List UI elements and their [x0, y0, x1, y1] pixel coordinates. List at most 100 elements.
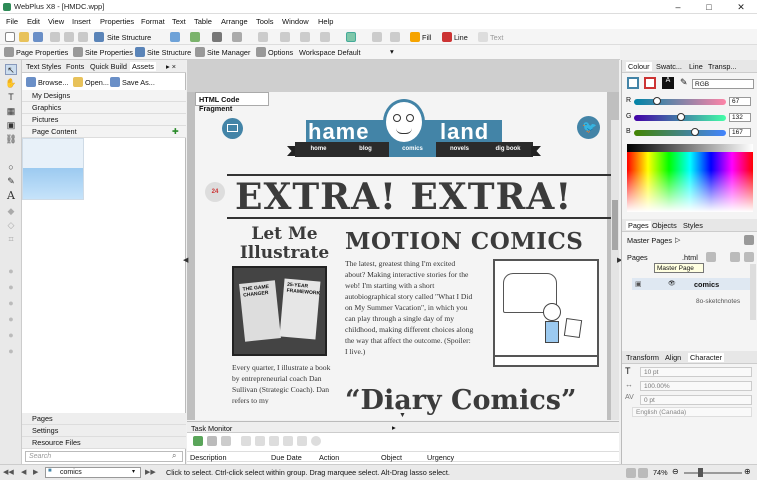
blue-value[interactable]: 167: [729, 128, 751, 137]
tree-item-comics[interactable]: comics: [694, 280, 719, 289]
fill-tool-icon[interactable]: ◆: [5, 206, 17, 217]
text-button[interactable]: Text: [490, 33, 503, 42]
media-tool-icon[interactable]: ●: [5, 314, 17, 325]
menu-help[interactable]: Help: [318, 17, 333, 26]
menu-window[interactable]: Window: [282, 17, 309, 26]
tab-assets[interactable]: Assets: [130, 62, 156, 71]
minimize-button[interactable]: –: [667, 1, 689, 13]
tab-line[interactable]: Line: [689, 62, 703, 71]
task-action-icon-3[interactable]: [269, 436, 279, 446]
menu-file[interactable]: File: [6, 17, 18, 26]
tab-objects[interactable]: Objects: [652, 221, 677, 230]
html-fragment-label[interactable]: HTML Code Fragment: [195, 92, 269, 113]
add-page-icon[interactable]: [744, 252, 754, 262]
menu-text[interactable]: Text: [172, 17, 186, 26]
social-tool-icon[interactable]: ●: [5, 346, 17, 357]
left-panel-collapse-icon[interactable]: ◀: [183, 256, 188, 264]
maximize-button[interactable]: □: [698, 1, 720, 13]
zoom-slider[interactable]: [684, 472, 742, 474]
red-value[interactable]: 67: [729, 97, 751, 106]
task-action-icon-5[interactable]: [297, 436, 307, 446]
delete-task-icon[interactable]: [221, 436, 231, 446]
task-action-icon-2[interactable]: [255, 436, 265, 446]
form-tool-icon[interactable]: ●: [5, 266, 17, 277]
tab-quick-build[interactable]: Quick Build: [90, 62, 127, 71]
tab-colour[interactable]: Colour: [626, 62, 652, 71]
copy-icon[interactable]: [64, 32, 74, 42]
search-input[interactable]: Search: [25, 451, 183, 462]
menu-insert[interactable]: Insert: [72, 17, 91, 26]
master-pages-label[interactable]: Master Pages: [627, 236, 672, 245]
chevron-down-icon[interactable]: ▾: [132, 468, 135, 475]
tree-row-comics[interactable]: [632, 278, 754, 290]
tab-transparency[interactable]: Transp...: [708, 62, 737, 71]
fill-swatch[interactable]: [627, 77, 639, 89]
site-properties-button[interactable]: Site Properties: [85, 48, 133, 57]
site-structure-button[interactable]: Site Structure: [107, 33, 151, 42]
transparency-tool-icon[interactable]: ◇: [5, 220, 17, 231]
forward-icon[interactable]: ▶: [33, 468, 38, 476]
cut-icon[interactable]: [50, 32, 60, 42]
column-description[interactable]: Description: [190, 453, 227, 462]
page-select[interactable]: comics: [45, 467, 141, 478]
menu-properties[interactable]: Properties: [100, 17, 134, 26]
pages-scrollbar[interactable]: [750, 264, 756, 320]
web-page[interactable]: 🐦 hame land home blog comics novels dig …: [195, 92, 611, 420]
prev-page-icon[interactable]: ◀◀: [3, 468, 14, 476]
page-options-icon[interactable]: [730, 252, 740, 262]
tab-character[interactable]: Character: [688, 353, 725, 362]
new-icon[interactable]: [5, 32, 15, 42]
redo-icon[interactable]: [232, 32, 242, 42]
add-master-icon[interactable]: [744, 235, 754, 245]
expand-icon[interactable]: ▷: [675, 236, 680, 244]
scale-field[interactable]: 100.00%: [640, 381, 752, 391]
nav-dig-book[interactable]: dig book: [483, 142, 533, 157]
picture-tool-icon[interactable]: ▣: [5, 120, 17, 131]
site-structure-button-2[interactable]: Site Structure: [147, 48, 191, 57]
column-object[interactable]: Object: [381, 453, 402, 462]
blue-slider-thumb[interactable]: [691, 128, 699, 136]
green-value[interactable]: 132: [729, 113, 751, 122]
pointer-tool-icon[interactable]: ↖: [5, 64, 17, 75]
category-pictures[interactable]: Pictures: [22, 114, 186, 126]
tab-resource-files[interactable]: Resource Files: [22, 437, 186, 449]
next-page-icon[interactable]: ▶▶: [145, 468, 156, 476]
zoom-slider-thumb[interactable]: [698, 468, 703, 477]
eye-icon[interactable]: 👁: [668, 280, 676, 287]
canvas-area[interactable]: 🐦 hame land home blog comics novels dig …: [187, 60, 619, 420]
category-my-designs[interactable]: My Designs: [22, 90, 186, 102]
page-content-thumbnail[interactable]: [22, 138, 84, 200]
text-frame-tool-icon[interactable]: T: [5, 92, 17, 103]
task-action-icon-1[interactable]: [241, 436, 251, 446]
open-icon[interactable]: [19, 32, 29, 42]
save-as-button[interactable]: Save As...: [122, 78, 155, 87]
workspace-select[interactable]: Workspace Default: [299, 48, 361, 57]
menu-tools[interactable]: Tools: [256, 17, 274, 26]
pan-tool-icon[interactable]: ✋: [5, 78, 17, 89]
link-tool-icon[interactable]: ⛓: [5, 134, 17, 145]
text-swatch[interactable]: A: [662, 77, 674, 89]
tab-text-styles[interactable]: Text Styles: [26, 62, 61, 71]
html-tool-icon[interactable]: ●: [5, 330, 17, 341]
menu-edit[interactable]: Edit: [27, 17, 40, 26]
back-icon[interactable]: ◀: [21, 468, 26, 476]
pen-tool-icon[interactable]: ✎: [5, 176, 17, 187]
tab-settings[interactable]: Settings: [22, 425, 186, 437]
nav-novels[interactable]: novels: [436, 142, 483, 157]
tab-pages-right[interactable]: Pages: [626, 221, 651, 230]
options-button[interactable]: Options: [268, 48, 293, 57]
vertical-scroll-thumb[interactable]: [612, 200, 618, 250]
fill-button[interactable]: Fill: [422, 33, 431, 42]
spacing-field[interactable]: 0 pt: [640, 395, 752, 405]
tab-align[interactable]: Align: [665, 353, 681, 362]
column-action[interactable]: Action: [319, 453, 339, 462]
tab-fonts[interactable]: Fonts: [66, 62, 84, 71]
rotate-icon[interactable]: [372, 32, 382, 42]
search-icon[interactable]: ⌕: [172, 451, 176, 461]
collapse-arrow-icon[interactable]: ▼: [399, 412, 406, 419]
chevron-down-icon[interactable]: ▾: [390, 47, 394, 56]
green-slider-thumb[interactable]: [677, 113, 685, 121]
column-urgency[interactable]: Urgency: [427, 453, 454, 462]
zoom-icon[interactable]: [258, 32, 268, 42]
badge-icon[interactable]: 24: [205, 182, 225, 202]
